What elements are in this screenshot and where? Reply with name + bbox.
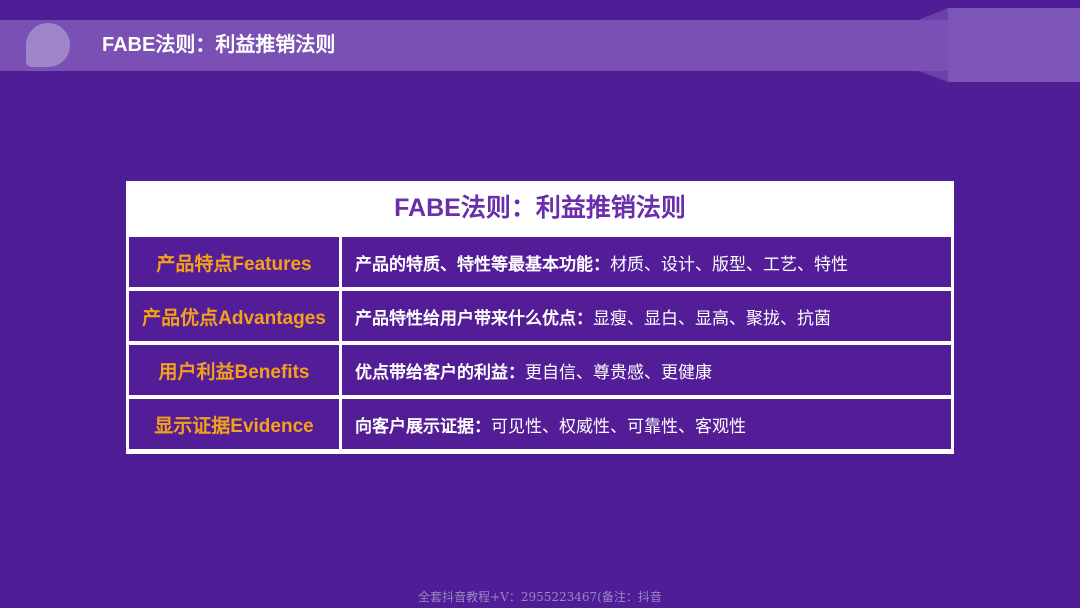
table-title: FABE法则：利益推销法则 — [394, 194, 686, 222]
row-detail: 可见性、权威性、可靠性、客观性 — [491, 416, 746, 436]
fabe-table: FABE法则：利益推销法则 产品特点Features 产品的特质、特性等最基本功… — [126, 181, 954, 454]
table-row: 显示证据Evidence 向客户展示证据： 可见性、权威性、可靠性、客观性 — [129, 399, 951, 449]
row-description: 产品特性给用户带来什么优点： 显瘦、显白、显高、聚拢、抗菌 — [342, 291, 951, 341]
row-description: 向客户展示证据： 可见性、权威性、可靠性、客观性 — [342, 399, 951, 449]
row-label: 显示证据Evidence — [129, 399, 339, 449]
table-row: 用户利益Benefits 优点带给客户的利益： 更自信、尊贵感、更健康 — [129, 345, 951, 395]
row-detail: 材质、设计、版型、工艺、特性 — [610, 254, 848, 274]
row-detail: 更自信、尊贵感、更健康 — [525, 362, 712, 382]
row-label: 产品特点Features — [129, 237, 339, 287]
row-description: 产品的特质、特性等最基本功能： 材质、设计、版型、工艺、特性 — [342, 237, 951, 287]
table-row: 产品特点Features 产品的特质、特性等最基本功能： 材质、设计、版型、工艺、… — [129, 237, 951, 287]
row-description: 优点带给客户的利益： 更自信、尊贵感、更健康 — [342, 345, 951, 395]
table-row: 产品优点Advantages 产品特性给用户带来什么优点： 显瘦、显白、显高、聚拢… — [129, 291, 951, 341]
footer-watermark: 全套抖音教程+V：2955223467(备注：抖音 — [418, 590, 662, 604]
row-lead: 向客户展示证据： — [355, 416, 491, 436]
logo-leaf-icon — [26, 23, 70, 67]
row-label: 用户利益Benefits — [129, 345, 339, 395]
page-title: FABE法则：利益推销法则 — [102, 34, 336, 56]
banner-notch-decoration-bottom — [918, 71, 948, 82]
banner-notch-decoration — [918, 8, 948, 20]
row-lead: 优点带给客户的利益： — [355, 362, 525, 382]
banner-right-block — [948, 8, 1080, 82]
row-detail: 显瘦、显白、显高、聚拢、抗菌 — [593, 308, 831, 328]
row-lead: 产品的特质、特性等最基本功能： — [355, 254, 610, 274]
row-lead: 产品特性给用户带来什么优点： — [355, 308, 593, 328]
row-label: 产品优点Advantages — [129, 291, 339, 341]
